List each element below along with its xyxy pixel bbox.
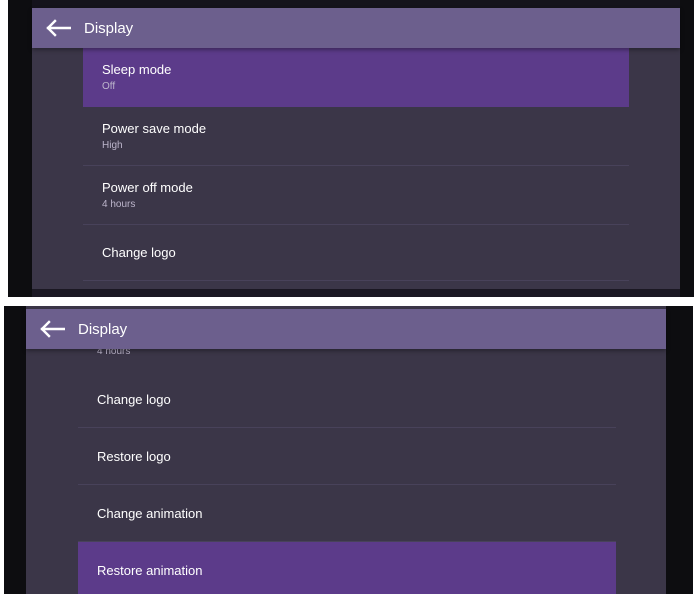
item-label: Change animation	[97, 505, 203, 521]
item-label: Power save mode	[102, 121, 207, 136]
settings-panel: Display 4 hours Change logo Restore logo…	[26, 306, 666, 594]
list-item-sleep-mode[interactable]: Sleep mode Off	[83, 48, 629, 107]
back-button[interactable]	[32, 8, 84, 48]
list-item-restore-animation[interactable]: Restore animation	[78, 542, 616, 594]
settings-list: Sleep mode Off Power save mode High Powe…	[83, 48, 629, 281]
screen-edge-right	[680, 0, 694, 297]
page-title: Display	[78, 320, 128, 338]
item-label: Power off mode	[102, 180, 193, 195]
list-item-restore-logo[interactable]: Restore logo	[78, 428, 616, 485]
list-item-change-animation[interactable]: Change animation	[78, 485, 616, 542]
settings-list: Change logo Restore logo Change animatio…	[78, 371, 616, 594]
app-bar: Display	[26, 309, 666, 349]
item-value: Off	[102, 81, 116, 92]
item-label: Change logo	[97, 391, 171, 407]
list-item-power-save-mode[interactable]: Power save mode High	[83, 107, 629, 166]
top-strip	[32, 0, 680, 8]
list-item-power-off-mode[interactable]: Power off mode 4 hours	[83, 166, 629, 225]
item-label: Change logo	[102, 245, 176, 260]
screen-edge-right	[666, 306, 693, 594]
bottom-strip	[32, 289, 680, 297]
app-bar: Display	[32, 8, 680, 48]
list-item-change-logo[interactable]: Change logo	[83, 225, 629, 281]
settings-panel: Display Sleep mode Off Power save mode H…	[32, 0, 680, 297]
back-button[interactable]	[26, 309, 78, 349]
list-item-change-logo[interactable]: Change logo	[78, 371, 616, 428]
screen-edge-left	[8, 0, 32, 297]
item-label: Sleep mode	[102, 62, 172, 77]
display-settings-screen-2: Display 4 hours Change logo Restore logo…	[4, 306, 693, 594]
item-label: Restore animation	[97, 562, 203, 578]
arrow-left-icon	[46, 19, 71, 37]
item-label: Restore logo	[97, 448, 171, 464]
item-value: 4 hours	[102, 199, 136, 210]
screen-edge-left	[4, 306, 26, 594]
display-settings-screen-1: Display Sleep mode Off Power save mode H…	[8, 0, 694, 297]
page-title: Display	[84, 19, 134, 37]
arrow-left-icon	[40, 320, 65, 338]
item-value: High	[102, 140, 123, 151]
